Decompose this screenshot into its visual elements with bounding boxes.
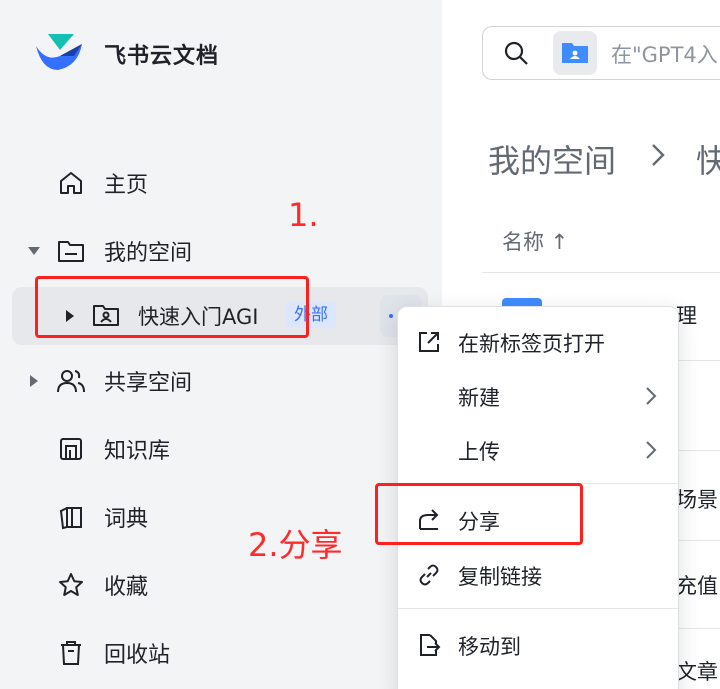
row-name-fragment[interactable]: 场景 (676, 484, 718, 514)
menu-item-label: 在新标签页打开 (458, 332, 605, 356)
menu-item-upload[interactable]: 上传 (398, 423, 680, 477)
space-scope-chip[interactable] (553, 31, 597, 75)
sidebar-item-label: 收藏 (104, 575, 149, 600)
link-icon (416, 562, 442, 588)
search-placeholder: 在"GPT4入 (611, 43, 718, 67)
folder-icon (56, 236, 86, 266)
menu-item-move-to[interactable]: 移动到 (398, 618, 680, 672)
breadcrumb-current[interactable]: 快 (696, 136, 720, 182)
menu-item-label: 复制链接 (458, 565, 542, 589)
caret-right-icon[interactable] (28, 375, 40, 387)
sidebar-item-my-space[interactable]: 我的空间 (12, 222, 428, 280)
sidebar-item-dictionary[interactable]: 词典 (12, 488, 428, 546)
menu-item-label: 新建 (458, 386, 500, 410)
people-icon (56, 366, 86, 396)
sidebar-item-wiki[interactable]: 知识库 (12, 420, 428, 478)
home-icon (56, 168, 86, 198)
sidebar-item-label: 共享空间 (104, 371, 193, 396)
caret-down-icon[interactable] (28, 245, 40, 257)
chevron-right-icon (644, 385, 658, 411)
move-to-icon (416, 632, 442, 658)
sidebar-item-trash[interactable]: 回收站 (12, 624, 428, 682)
row-name-fragment[interactable]: 文章 (676, 656, 718, 686)
dictionary-icon (56, 502, 86, 532)
column-header-name[interactable]: 名称 ↑ (502, 226, 568, 256)
row-name-fragment[interactable]: 充值 (676, 570, 718, 600)
sidebar-item-shared-space[interactable]: 共享空间 (12, 352, 428, 410)
trash-icon (56, 638, 86, 668)
sidebar-item-label: 我的空间 (104, 241, 193, 266)
sidebar-item-label: 回收站 (104, 643, 171, 668)
annotation-step2: 2.分享 (248, 526, 343, 564)
menu-item-label: 上传 (458, 440, 500, 464)
menu-item-new[interactable]: 新建 (398, 369, 680, 423)
sidebar-item-label: 主页 (104, 173, 149, 198)
sidebar: 飞书云文档 主页 我的空间 快速入门AGI 外部 共享空间 知识库 词典 收藏 … (0, 0, 442, 689)
menu-divider (398, 608, 680, 609)
sidebar-item-label: 词典 (104, 507, 149, 532)
more-dot-icon (389, 314, 393, 318)
sidebar-item-label: 知识库 (104, 439, 171, 464)
search-input[interactable]: 在"GPT4入 (482, 26, 720, 80)
menu-item-label: 移动到 (458, 635, 521, 659)
open-new-tab-icon (416, 329, 442, 355)
breadcrumb-root[interactable]: 我的空间 (488, 136, 616, 182)
search-icon (503, 40, 529, 70)
header-divider (482, 272, 720, 273)
wiki-icon (56, 434, 86, 464)
chevron-right-icon (644, 439, 658, 465)
app-title: 飞书云文档 (104, 44, 220, 69)
annotation-box-step1 (35, 276, 309, 338)
annotation-box-step2 (375, 483, 583, 545)
sidebar-item-favorites[interactable]: 收藏 (12, 556, 428, 614)
star-icon (56, 570, 86, 600)
annotation-step1: 1. (288, 196, 319, 234)
sidebar-item-home[interactable]: 主页 (12, 154, 428, 212)
menu-item-copy-link[interactable]: 复制链接 (398, 548, 680, 602)
feishu-logo[interactable] (34, 32, 84, 74)
chevron-right-icon (648, 140, 668, 174)
menu-item-open-new-tab[interactable]: 在新标签页打开 (398, 315, 680, 369)
